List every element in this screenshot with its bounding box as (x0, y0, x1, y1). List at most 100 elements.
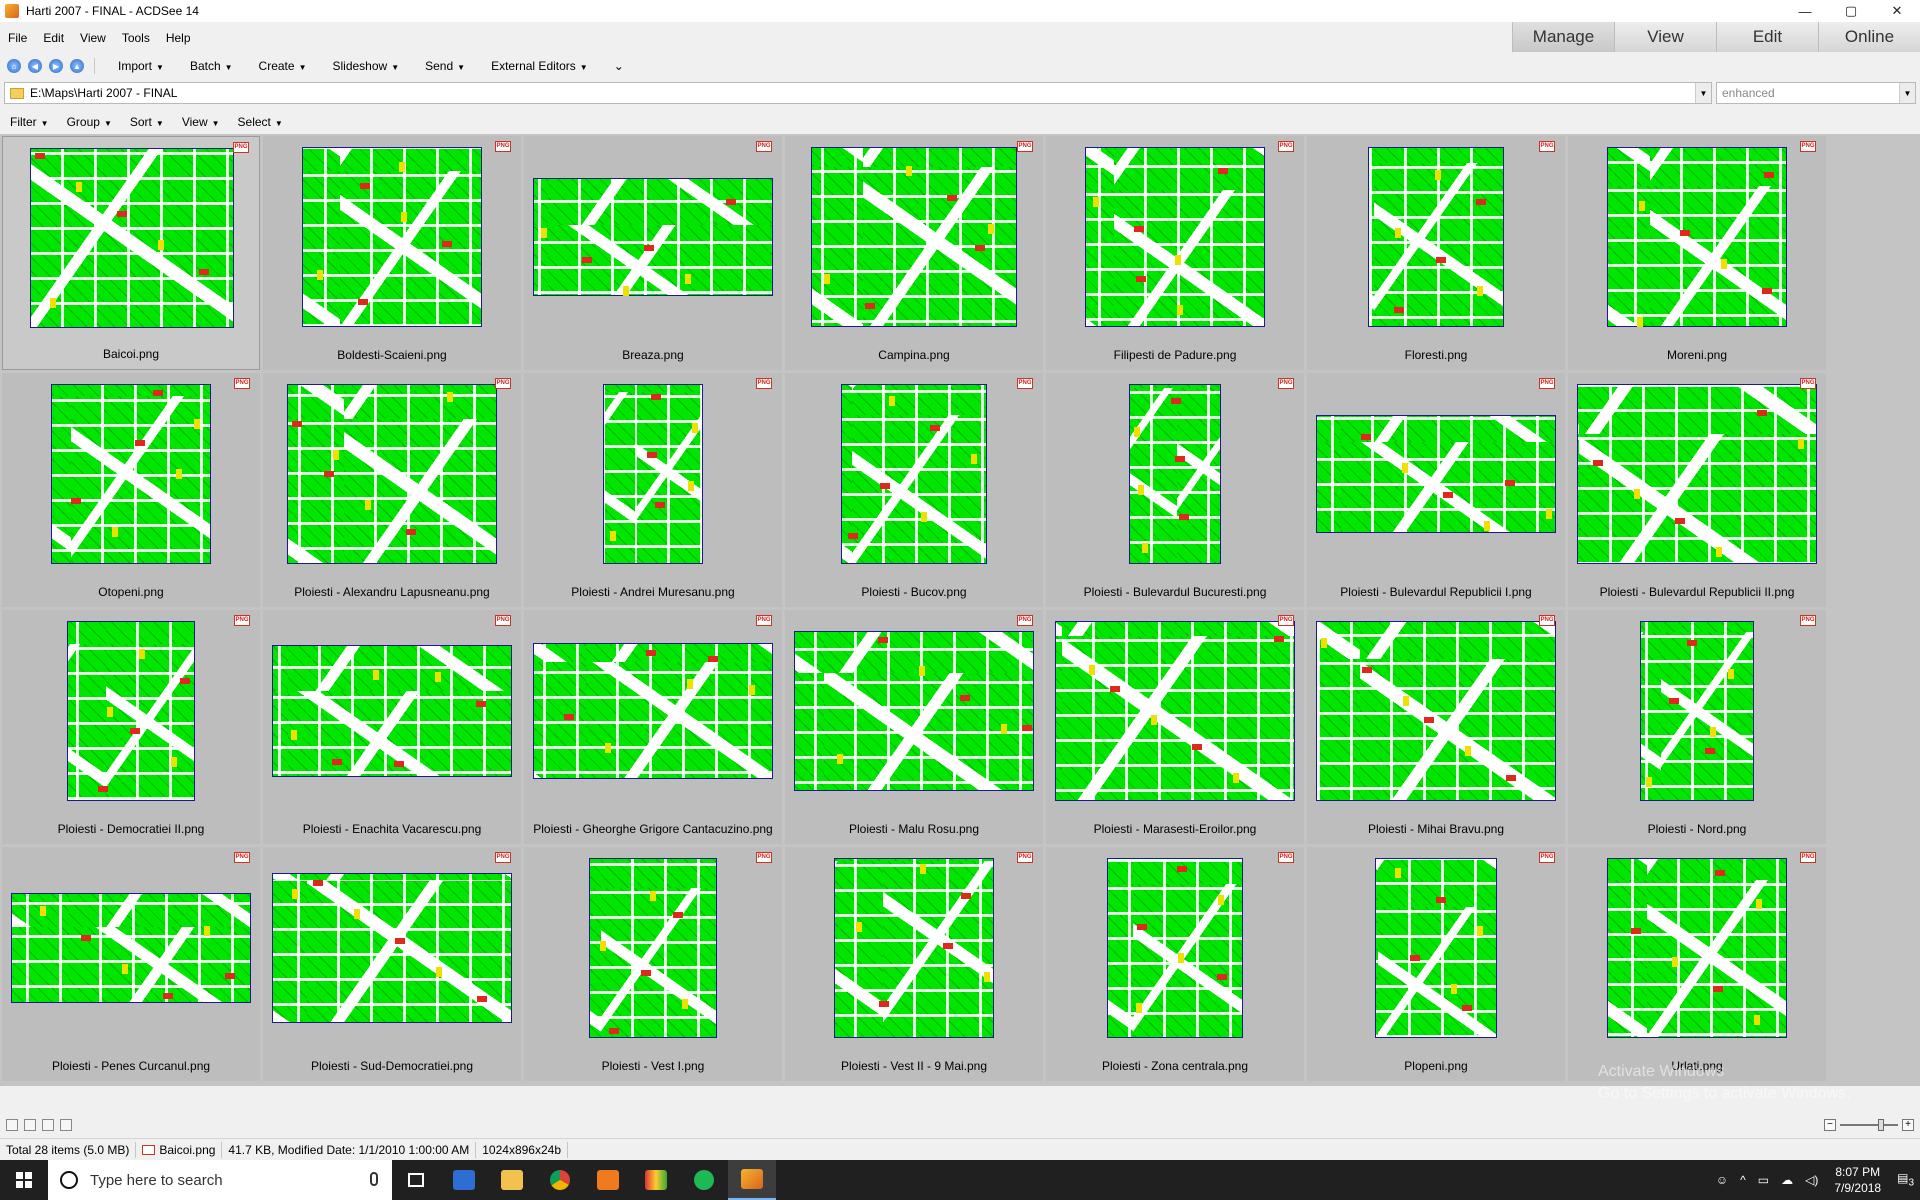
thumbnail-tile[interactable]: PNG Moreni.png (1568, 136, 1826, 370)
thumbnail-tile[interactable]: PNG Ploiesti - Democratiei II.png (2, 610, 260, 844)
map-thumbnail-image[interactable] (1316, 621, 1556, 801)
mode-edit-tab[interactable]: Edit (1716, 22, 1818, 52)
map-thumbnail-image[interactable] (533, 178, 773, 296)
menu-tools[interactable]: Tools (114, 31, 158, 45)
group-menu[interactable]: Group ▼ (57, 115, 120, 129)
zoom-in-icon[interactable]: + (1902, 1119, 1914, 1131)
rotate-right-icon[interactable] (42, 1119, 54, 1131)
people-icon[interactable]: ☺ (1710, 1173, 1734, 1187)
path-field[interactable]: E:\Maps\Harti 2007 - FINAL ▼ (4, 82, 1712, 104)
filter-menu[interactable]: Filter ▼ (0, 115, 57, 129)
taskbar-file-explorer[interactable] (488, 1160, 536, 1200)
send-menu[interactable]: Send ▼ (412, 59, 478, 73)
map-thumbnail-image[interactable] (1055, 621, 1295, 801)
thumbnail-tile[interactable]: PNG Ploiesti - Vest I.png (524, 847, 782, 1081)
clock[interactable]: 8:07 PM 7/9/2018 (1824, 1164, 1891, 1196)
thumbnail-tile[interactable]: PNG Ploiesti - Penes Curcanul.png (2, 847, 260, 1081)
map-thumbnail-image[interactable] (1577, 384, 1817, 564)
thumbnail-tile[interactable]: PNG Ploiesti - Bulevardul Republicii I.pn… (1307, 373, 1565, 607)
home-icon[interactable]: ⌂ (7, 59, 21, 73)
map-thumbnail-image[interactable] (794, 631, 1034, 791)
minimize-button[interactable]: — (1782, 0, 1828, 22)
thumbnail-tile[interactable]: PNG Baicoi.png (2, 136, 260, 370)
notifications-icon[interactable]: ▤3 (1891, 1171, 1920, 1188)
batch-menu[interactable]: Batch ▼ (177, 59, 246, 73)
thumbnail-tile[interactable]: PNG Ploiesti - Andrei Muresanu.png (524, 373, 782, 607)
volume-icon[interactable]: ◁) (1799, 1173, 1824, 1187)
thumbnail-tile[interactable]: PNG Plopeni.png (1307, 847, 1565, 1081)
show-hidden-icons[interactable]: ^ (1734, 1173, 1752, 1187)
thumbnail-tile[interactable]: PNG Ploiesti - Gheorghe Grigore Cantacuzi… (524, 610, 782, 844)
path-dropdown-icon[interactable]: ▼ (1695, 83, 1711, 103)
map-thumbnail-image[interactable] (1368, 147, 1504, 327)
mode-view-tab[interactable]: View (1614, 22, 1716, 52)
thumbnail-tile[interactable]: PNG Floresti.png (1307, 136, 1565, 370)
quick-search-dropdown-icon[interactable]: ▼ (1899, 83, 1915, 103)
thumbnail-tile[interactable]: PNG Filipesti de Padure.png (1046, 136, 1304, 370)
quick-search-field[interactable]: enhanced ▼ (1716, 82, 1916, 104)
back-icon[interactable]: ◀ (28, 59, 42, 73)
thumbnail-tile[interactable]: PNG Ploiesti - Bulevardul Republicii II.p… (1568, 373, 1826, 607)
map-thumbnail-image[interactable] (603, 384, 703, 564)
thumbnail-tile[interactable]: PNG Campina.png (785, 136, 1043, 370)
maximize-button[interactable]: ▢ (1828, 0, 1874, 22)
map-thumbnail-image[interactable] (1640, 621, 1754, 801)
compare-icon[interactable] (60, 1119, 72, 1131)
mode-manage-tab[interactable]: Manage (1512, 22, 1614, 52)
start-button[interactable] (0, 1160, 48, 1200)
menu-help[interactable]: Help (158, 31, 199, 45)
map-thumbnail-image[interactable] (1129, 384, 1221, 564)
thumbnail-tile[interactable]: PNG Ploiesti - Enachita Vacarescu.png (263, 610, 521, 844)
taskbar-search[interactable]: Type here to search (48, 1160, 392, 1200)
menu-view[interactable]: View (72, 31, 114, 45)
create-menu[interactable]: Create ▼ (246, 59, 320, 73)
map-thumbnail-image[interactable] (533, 643, 773, 779)
map-thumbnail-image[interactable] (811, 147, 1017, 327)
taskbar-acdsee[interactable] (728, 1160, 776, 1200)
taskbar-app-green[interactable] (680, 1160, 728, 1200)
zoom-slider-handle[interactable] (1878, 1119, 1884, 1131)
taskbar-app-colored[interactable] (632, 1160, 680, 1200)
microphone-icon[interactable] (370, 1172, 378, 1186)
network-icon[interactable]: ▭ (1752, 1173, 1775, 1187)
map-thumbnail-image[interactable] (841, 384, 987, 564)
menu-edit[interactable]: Edit (35, 31, 72, 45)
thumbnail-tile[interactable]: PNG Ploiesti - Marasesti-Eroilor.png (1046, 610, 1304, 844)
taskbar-chrome[interactable] (536, 1160, 584, 1200)
thumbnail-view-icon[interactable] (6, 1119, 18, 1131)
up-folder-icon[interactable]: ▲ (70, 59, 84, 73)
map-thumbnail-image[interactable] (1316, 415, 1556, 533)
map-thumbnail-image[interactable] (1107, 858, 1243, 1038)
task-view-button[interactable] (392, 1160, 440, 1200)
map-thumbnail-image[interactable] (1607, 147, 1787, 327)
menu-file[interactable]: File (0, 31, 35, 45)
thumbnail-tile[interactable]: PNG Ploiesti - Malu Rosu.png (785, 610, 1043, 844)
map-thumbnail-image[interactable] (287, 384, 497, 564)
map-thumbnail-image[interactable] (30, 148, 234, 328)
map-thumbnail-image[interactable] (51, 384, 211, 564)
thumbnail-tile[interactable]: PNG Ploiesti - Bulevardul Bucuresti.png (1046, 373, 1304, 607)
map-thumbnail-image[interactable] (272, 873, 512, 1023)
view-menu[interactable]: View ▼ (172, 115, 228, 129)
sort-menu[interactable]: Sort ▼ (120, 115, 172, 129)
slideshow-menu[interactable]: Slideshow ▼ (320, 59, 413, 73)
thumbnail-tile[interactable]: PNG Ploiesti - Sud-Democratiei.png (263, 847, 521, 1081)
toolbar-overflow-icon[interactable]: ⌄ (601, 59, 637, 73)
onedrive-icon[interactable]: ☁ (1775, 1173, 1799, 1187)
mode-online-tab[interactable]: Online (1818, 22, 1920, 52)
map-thumbnail-image[interactable] (272, 645, 512, 777)
thumbnail-tile[interactable]: PNG Ploiesti - Nord.png (1568, 610, 1826, 844)
thumbnail-tile[interactable]: PNG Urlati.png (1568, 847, 1826, 1081)
map-thumbnail-image[interactable] (1375, 858, 1497, 1038)
taskbar-app-orange[interactable] (584, 1160, 632, 1200)
thumbnail-tile[interactable]: PNG Ploiesti - Alexandru Lapusneanu.png (263, 373, 521, 607)
map-thumbnail-image[interactable] (302, 147, 482, 327)
thumbnail-tile[interactable]: PNG Ploiesti - Bucov.png (785, 373, 1043, 607)
import-menu[interactable]: Import ▼ (105, 59, 177, 73)
map-thumbnail-image[interactable] (1085, 147, 1265, 327)
map-thumbnail-image[interactable] (1607, 858, 1787, 1038)
thumbnail-tile[interactable]: PNG Otopeni.png (2, 373, 260, 607)
select-menu[interactable]: Select ▼ (228, 115, 291, 129)
map-thumbnail-image[interactable] (67, 621, 195, 801)
thumbnail-tile[interactable]: PNG Ploiesti - Vest II - 9 Mai.png (785, 847, 1043, 1081)
